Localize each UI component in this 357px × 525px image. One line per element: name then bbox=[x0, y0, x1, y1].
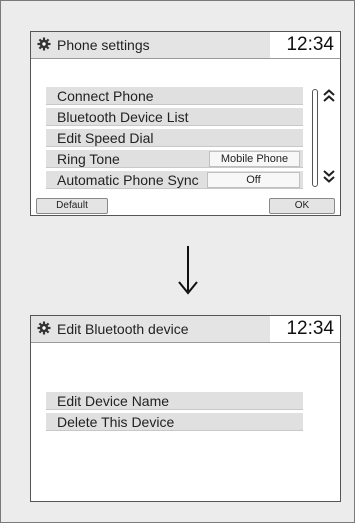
ok-button[interactable]: OK bbox=[269, 198, 335, 214]
menu-item-label: Automatic Phone Sync bbox=[57, 172, 199, 188]
clock: 12:34 bbox=[286, 34, 334, 55]
figure-panel: Phone settings 12:34 Connect Phone Bluet… bbox=[0, 0, 355, 523]
scrollbar[interactable] bbox=[312, 89, 318, 187]
clock: 12:34 bbox=[286, 318, 334, 339]
menu-item-bluetooth-device-list[interactable]: Bluetooth Device List bbox=[46, 108, 303, 126]
menu-item-label: Edit Device Name bbox=[57, 393, 170, 409]
default-button[interactable]: Default bbox=[36, 198, 108, 214]
device-menu: Edit Device Name Delete This Device bbox=[46, 392, 303, 434]
screen-title: Edit Bluetooth device bbox=[57, 321, 189, 337]
menu-item-delete-this-device[interactable]: Delete This Device bbox=[46, 413, 303, 431]
edit-bluetooth-device-screen: Edit Bluetooth device 12:34 Edit Device … bbox=[30, 315, 341, 502]
screen-title: Phone settings bbox=[57, 37, 150, 53]
menu-item-label: Bluetooth Device List bbox=[57, 109, 189, 125]
clock-tab: 12:34 bbox=[260, 316, 340, 342]
menu-item-label: Edit Speed Dial bbox=[57, 130, 154, 146]
gear-icon bbox=[37, 37, 51, 51]
menu-item-automatic-phone-sync[interactable]: Automatic Phone Sync Off bbox=[46, 171, 303, 189]
phone-sync-value: Off bbox=[207, 172, 300, 188]
double-chevron-up-icon[interactable] bbox=[321, 89, 337, 103]
double-chevron-down-icon[interactable] bbox=[321, 169, 337, 183]
menu-item-ring-tone[interactable]: Ring Tone Mobile Phone bbox=[46, 150, 303, 168]
menu-item-label: Ring Tone bbox=[57, 151, 120, 167]
down-arrow-icon bbox=[178, 246, 198, 295]
menu-item-label: Delete This Device bbox=[57, 414, 175, 430]
phone-settings-screen: Phone settings 12:34 Connect Phone Bluet… bbox=[30, 31, 341, 216]
screen-header: Edit Bluetooth device 12:34 bbox=[31, 316, 340, 343]
gear-icon bbox=[37, 321, 51, 335]
clock-tab: 12:34 bbox=[260, 32, 340, 58]
menu-item-label: Connect Phone bbox=[57, 88, 154, 104]
menu-item-edit-speed-dial[interactable]: Edit Speed Dial bbox=[46, 129, 303, 147]
ring-tone-value: Mobile Phone bbox=[209, 151, 300, 167]
menu-item-connect-phone[interactable]: Connect Phone bbox=[46, 87, 303, 105]
settings-menu: Connect Phone Bluetooth Device List Edit… bbox=[46, 87, 303, 192]
screen-footer: Default OK bbox=[31, 195, 340, 215]
menu-item-edit-device-name[interactable]: Edit Device Name bbox=[46, 392, 303, 410]
screen-header: Phone settings 12:34 bbox=[31, 32, 340, 59]
